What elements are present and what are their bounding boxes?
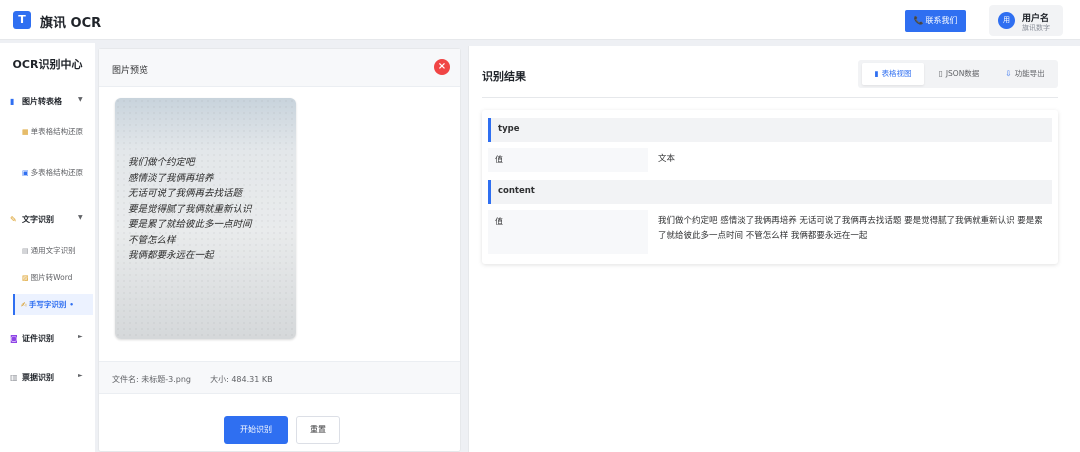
contact-us-button[interactable]: 📞 联系我们 (905, 10, 966, 32)
field-value-content: 我们做个约定吧 感情淡了我俩再培养 无话可说了我俩再去找话题 要是觉得腻了我俩就… (658, 216, 1043, 241)
sidebar-group-label: 票据识别 (22, 373, 54, 382)
user-menu[interactable]: 用 用户名 旗讯数字 (989, 5, 1063, 36)
sidebar-group-text-recognition[interactable]: ✎ 文字识别 ▼ (10, 214, 83, 225)
contact-us-label: 联系我们 (925, 16, 958, 25)
sidebar-item-handwriting[interactable]: ✍ 手写字识别 • (13, 294, 93, 315)
table-icon: ▦ (22, 128, 29, 136)
field-label: 值 (488, 210, 648, 254)
result-card: type 值 文本 content 值 我们做个约定吧 感情淡了我俩再培养 无话… (482, 110, 1058, 264)
export-icon: ⇩ (1005, 69, 1012, 78)
handwriting-line: 我俩都要永远在一起 (128, 250, 214, 261)
tab-table-view[interactable]: ▮ 表格视图 (862, 63, 924, 85)
file-name: 未标题-3.png (141, 375, 191, 384)
tab-json-data[interactable]: ▯ JSON数据 (928, 63, 990, 85)
result-divider (482, 97, 1058, 98)
file-size: 484.31 KB (231, 375, 273, 384)
text-icon: ✎ (10, 215, 17, 224)
file-info-text: 文件名: 未标题-3.png 大小: 484.31 KB (112, 374, 273, 385)
tab-label: 功能导出 (1014, 69, 1045, 78)
field-header-type: type (488, 118, 1052, 142)
bar-chart-icon: ▮ (874, 69, 879, 78)
preview-header: 图片预览 × (99, 49, 460, 87)
active-dot-icon: • (69, 301, 74, 309)
app-logo: T (13, 11, 31, 29)
avatar: 用 (998, 12, 1015, 29)
handwriting-line: 我们做个约定吧 (128, 157, 195, 168)
field-value-type: 文本 (658, 154, 676, 164)
multi-table-icon: ▣ (22, 169, 29, 177)
preview-area: 我们做个约定吧 感情淡了我俩再培养 无话可说了我俩再去找话题 要是觉得腻了我俩就… (99, 87, 460, 361)
chevron-right-icon: ► (78, 333, 83, 340)
reset-button[interactable]: 重置 (296, 416, 340, 444)
receipt-icon: ▥ (10, 373, 18, 382)
sidebar-item-label: 通用文字识别 (30, 246, 76, 255)
handwriting-image: 我们做个约定吧 感情淡了我俩再培养 无话可说了我俩再去找话题 要是觉得腻了我俩就… (115, 98, 296, 339)
sidebar-group-image-to-table[interactable]: ▮ 图片转表格 ▼ (10, 96, 83, 107)
handwriting-line: 要是觉得腻了我俩就重新认识 (128, 203, 252, 215)
sidebar-item-label: 多表格结构还原 (30, 168, 84, 177)
image-preview-panel: 图片预览 × 我们做个约定吧 感情淡了我俩再培养 无话可说了我俩再去找话题 要是… (98, 48, 461, 452)
id-icon: ◙ (10, 334, 18, 343)
sidebar: OCR识别中心 ▮ 图片转表格 ▼ ▦ 单表格结构还原 ▣ 多表格结构还原 ✎ 文字识别… (0, 43, 95, 452)
handwriting-line: 要是累了就给彼此多一点时间 (128, 219, 252, 230)
field-name: type (498, 124, 520, 134)
chevron-right-icon: ► (78, 372, 83, 379)
chart-icon: ▮ (10, 97, 15, 106)
sidebar-item-label: 手写字识别 (28, 300, 67, 309)
field-label: 值 (488, 148, 648, 172)
pen-icon: ✍ (21, 301, 27, 309)
word-icon: ▨ (22, 274, 29, 282)
sidebar-item-image-to-word[interactable]: ▨ 图片转Word (22, 272, 90, 284)
field-name: content (498, 186, 535, 196)
start-recognition-button[interactable]: 开始识别 (224, 416, 288, 444)
sidebar-item-label: 单表格结构还原 (30, 127, 84, 136)
json-file-icon: ▯ (938, 69, 943, 78)
close-icon[interactable]: × (434, 59, 450, 75)
field-header-content: content (488, 180, 1052, 204)
sidebar-group-receipt-recognition[interactable]: ▥ 票据识别 ► (10, 372, 83, 383)
top-header: T 旗讯 OCR 📞 联系我们 用 用户名 旗讯数字 (0, 0, 1080, 40)
sidebar-group-label: 图片转表格 (22, 97, 62, 106)
result-view-tabs: ▮ 表格视图 ▯ JSON数据 ⇩ 功能导出 (858, 60, 1058, 88)
handwriting-line: 感情淡了我俩再培养 (128, 172, 214, 184)
sidebar-title: OCR识别中心 (12, 58, 83, 71)
app-title: 旗讯 OCR (40, 16, 102, 31)
tab-label: JSON数据 (945, 69, 980, 78)
sidebar-item-general-text[interactable]: ▤ 通用文字识别 (22, 245, 90, 257)
file-name-label: 文件名: (112, 375, 139, 384)
result-panel: 识别结果 ▮ 表格视图 ▯ JSON数据 ⇩ 功能导出 type 值 文本 conte… (468, 46, 1080, 452)
file-info-bar: 文件名: 未标题-3.png 大小: 484.31 KB (99, 361, 460, 394)
sidebar-group-label: 证件识别 (22, 334, 54, 343)
phone-icon: 📞 (913, 16, 924, 25)
result-title: 识别结果 (482, 70, 526, 83)
tab-label: 表格视图 (881, 69, 912, 78)
handwriting-text: 我们做个约定吧 感情淡了我俩再培养 无话可说了我俩再去找话题 要是觉得腻了我俩就… (128, 155, 296, 264)
chevron-down-icon: ▼ (78, 214, 83, 221)
sidebar-item-single-table[interactable]: ▦ 单表格结构还原 (22, 126, 90, 138)
sidebar-group-label: 文字识别 (22, 215, 54, 224)
doc-icon: ▤ (22, 247, 29, 255)
tab-export[interactable]: ⇩ 功能导出 (994, 63, 1056, 85)
sidebar-item-multi-table[interactable]: ▣ 多表格结构还原 (22, 167, 90, 179)
handwriting-line: 不管怎么样 (128, 234, 176, 246)
file-size-label: 大小: (210, 375, 229, 384)
user-org: 旗讯数字 (1022, 24, 1050, 32)
chevron-down-icon: ▼ (78, 96, 83, 103)
preview-title: 图片预览 (112, 66, 149, 76)
handwriting-line: 无话可说了我俩再去找话题 (128, 188, 243, 199)
sidebar-item-label: 图片转Word (30, 273, 73, 282)
sidebar-group-id-recognition[interactable]: ◙ 证件识别 ► (10, 333, 83, 344)
